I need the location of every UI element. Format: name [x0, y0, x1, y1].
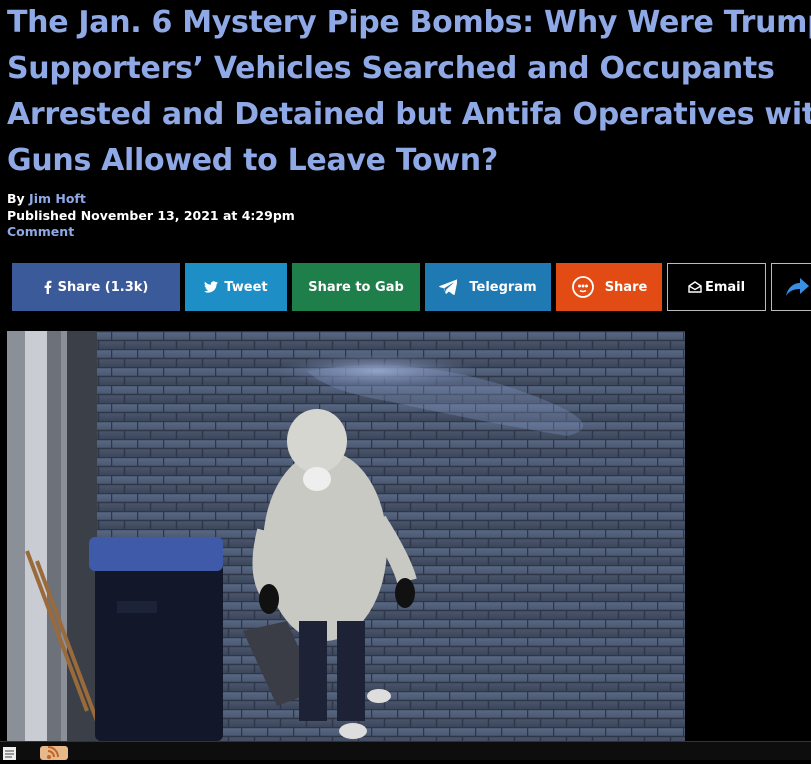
more-share-button[interactable]: [771, 263, 811, 311]
article-meta: By Jim Hoft Published November 13, 2021 …: [7, 191, 295, 241]
tweet-label: Tweet: [224, 279, 268, 295]
arrow-right-icon: [784, 277, 810, 297]
facebook-share-button[interactable]: Share (1.3k): [12, 263, 180, 311]
comment-link[interactable]: Comment: [7, 224, 295, 241]
taskbar: [0, 741, 811, 760]
email-share-button[interactable]: Email: [667, 263, 766, 311]
byline-prefix: By: [7, 191, 25, 206]
share-button[interactable]: Share: [556, 263, 662, 311]
title-line: Guns Allowed to Leave Town?: [7, 143, 498, 178]
rss-feed-icon[interactable]: [40, 745, 68, 760]
title-line: Arrested and Detained but Antifa Operati…: [7, 97, 811, 132]
telegram-label: Telegram: [469, 279, 537, 295]
share-label: Share: [604, 279, 648, 295]
article-title: The Jan. 6 Mystery Pipe Bombs: Why Were …: [7, 0, 811, 184]
telegram-share-button[interactable]: Telegram: [425, 263, 551, 311]
title-line: Supporters’ Vehicles Searched and Occupa…: [7, 51, 775, 86]
paper-plane-icon: [439, 279, 458, 295]
byline: By Jim Hoft: [7, 191, 295, 208]
title-line: The Jan. 6 Mystery Pipe Bombs: Why Were …: [7, 5, 811, 40]
facebook-share-label: Share (1.3k): [57, 279, 149, 295]
author-link[interactable]: Jim Hoft: [29, 191, 86, 206]
article-photo: [7, 331, 685, 741]
gab-share-label: Share to Gab: [308, 279, 404, 295]
chat-bubble-icon: [571, 275, 595, 299]
notepad-icon[interactable]: [2, 745, 18, 760]
envelope-icon: [688, 281, 702, 293]
facebook-icon: [44, 280, 52, 294]
tweet-button[interactable]: Tweet: [185, 263, 287, 311]
published-date: Published November 13, 2021 at 4:29pm: [7, 207, 295, 223]
twitter-bird-icon: [204, 281, 219, 293]
gab-share-button[interactable]: Share to Gab: [292, 263, 420, 311]
email-label: Email: [704, 279, 746, 295]
